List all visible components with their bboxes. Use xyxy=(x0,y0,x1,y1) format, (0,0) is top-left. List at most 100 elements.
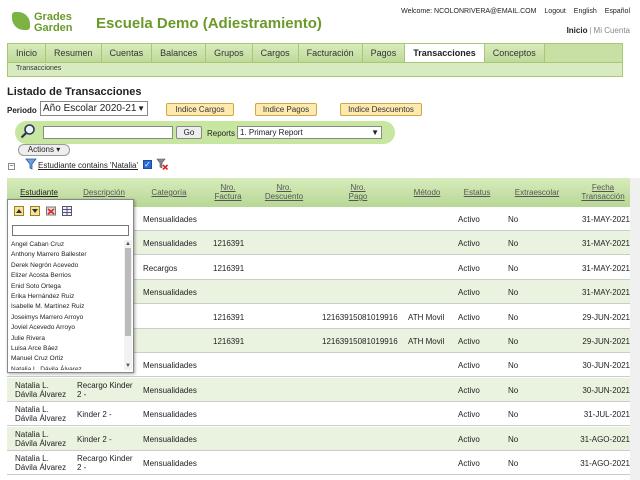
estudiante-list: Angel Caban Cruz Anthony Marrero Balleste… xyxy=(10,240,123,370)
logout-link[interactable]: Logout xyxy=(544,8,565,15)
cell-estatus: Activo xyxy=(458,434,480,444)
list-item[interactable]: Luisa Arce Báez xyxy=(10,344,123,354)
sort-ascending-icon[interactable] xyxy=(14,206,24,216)
scroll-thumb[interactable] xyxy=(125,248,131,336)
cell-extra: No xyxy=(508,312,519,322)
list-item[interactable]: Natalia L. Dávila Álvarez xyxy=(10,365,123,370)
remove-column-icon[interactable] xyxy=(46,206,56,216)
cell-fecha: 31-MAY-2021 xyxy=(581,263,630,273)
remove-filter-icon[interactable] xyxy=(156,158,168,170)
actions-label: Actions xyxy=(27,145,54,154)
periodo-value: Año Escolar 2020-21 xyxy=(43,103,137,114)
cell-fecha: 30-JUN-2021 xyxy=(582,361,630,371)
periodo-select[interactable]: Año Escolar 2020-21 ▼ xyxy=(40,101,148,116)
cell-estatus: Activo xyxy=(458,239,480,249)
cell-fecha: 31-AGO-2021 xyxy=(580,459,630,468)
cell-categoria: Mensualidades xyxy=(143,410,197,420)
tab-inicio[interactable]: Inicio xyxy=(8,44,47,62)
tab-cargos[interactable]: Cargos xyxy=(252,44,299,62)
main-nav: Inicio Resumen Cuentas Balances Grupos C… xyxy=(7,43,623,63)
page-scrollbar[interactable] xyxy=(630,178,640,480)
reports-select[interactable]: 1. Primary Report ▼ xyxy=(237,126,382,139)
list-item[interactable]: Erika Hernández Ruiz xyxy=(10,292,123,302)
indice-cargos-button[interactable]: Indice Cargos xyxy=(166,103,234,116)
col-nro-factura[interactable]: Nro. Factura xyxy=(207,183,249,201)
actions-button[interactable]: Actions ▾ xyxy=(18,144,70,156)
tab-cuentas[interactable]: Cuentas xyxy=(101,44,153,62)
list-item[interactable]: Angel Caban Cruz xyxy=(10,240,123,250)
tab-pagos[interactable]: Pagos xyxy=(362,44,406,62)
inicio-link[interactable]: Inicio xyxy=(567,26,588,35)
col-extraescolar[interactable]: Extraescolar xyxy=(509,188,565,197)
indice-descuentos-button[interactable]: Indice Descuentos xyxy=(340,103,422,116)
filter-text[interactable]: Estudiante contains 'Natalia' xyxy=(38,161,138,170)
english-link[interactable]: English xyxy=(574,8,597,15)
cell-extra: No xyxy=(508,288,519,298)
cell-factura: 1216391 xyxy=(213,263,245,273)
col-nro-pago[interactable]: Nro. Pago xyxy=(340,183,376,201)
cell-factura: 1216391 xyxy=(213,239,245,249)
table-row[interactable]: Natalia L. Dávila Álvarez Kinder 2 - Mensu… xyxy=(7,402,630,427)
cell-descripcion: Kinder 2 - xyxy=(77,434,112,444)
subnav-transacciones[interactable]: Transacciones xyxy=(16,65,61,72)
search-icon[interactable] xyxy=(20,123,36,139)
list-item[interactable]: Elizer Acosta Berrios xyxy=(10,271,123,281)
col-fecha-transaccion[interactable]: Fecha Transacción xyxy=(577,183,629,201)
list-item[interactable]: Joviel Acevedo Arroyo xyxy=(10,323,123,333)
filter-enable-checkbox[interactable]: ✓ xyxy=(143,160,152,169)
filter-icon xyxy=(25,158,37,170)
cell-extra: No xyxy=(508,337,519,346)
list-item[interactable]: Julie Rivera xyxy=(10,334,123,344)
dropdown-search-input[interactable] xyxy=(12,225,129,236)
list-item[interactable]: Manuel Cruz Ortiz xyxy=(10,354,123,364)
cell-categoria: Mensualidades xyxy=(143,215,197,224)
list-item[interactable]: Enid Soto Ortega xyxy=(10,282,123,292)
mi-cuenta-link[interactable]: Mi Cuenta xyxy=(594,26,630,35)
grid-columns-icon[interactable] xyxy=(62,206,72,216)
cell-pago: 12163915081019916 xyxy=(322,337,398,346)
cell-fecha: 31-MAY-2021 xyxy=(581,215,630,224)
list-item[interactable]: Joseimys Marrero Arroyo xyxy=(10,313,123,323)
indice-pagos-button[interactable]: Indice Pagos xyxy=(255,103,317,116)
tab-grupos[interactable]: Grupos xyxy=(206,44,253,62)
col-descripcion[interactable]: Descripción xyxy=(75,188,133,197)
cell-extra: No xyxy=(508,385,519,395)
list-item[interactable]: Derek Negrón Acevedo xyxy=(10,261,123,271)
sort-descending-icon[interactable] xyxy=(30,206,40,216)
tab-resumen[interactable]: Resumen xyxy=(46,44,102,62)
page-title: Listado de Transacciones xyxy=(7,86,142,98)
espanol-link[interactable]: Español xyxy=(605,8,630,15)
col-nro-descuento[interactable]: Nro. Descuento xyxy=(262,183,306,201)
tab-facturacion[interactable]: Facturación xyxy=(298,44,363,62)
col-estudiante[interactable]: Estudiante xyxy=(13,188,65,197)
cell-fecha: 31-AGO-2021 xyxy=(580,434,630,444)
cell-metodo: ATH Movil xyxy=(408,312,445,322)
tab-transacciones[interactable]: Transacciones xyxy=(405,44,485,62)
col-estatus[interactable]: Estatus xyxy=(457,188,497,197)
cell-extra: No xyxy=(508,410,519,420)
scroll-up-icon[interactable]: ▲ xyxy=(124,240,132,248)
cell-estudiante: Natalia L. Dávila Álvarez xyxy=(15,405,67,424)
dropdown-scrollbar[interactable]: ▲ ▼ xyxy=(124,240,132,370)
scroll-down-icon[interactable]: ▼ xyxy=(124,362,132,370)
welcome-text: Welcome: NCOLONRIVERA@EMAIL.COM xyxy=(401,8,537,15)
col-categoria[interactable]: Categoría xyxy=(143,188,195,197)
list-item[interactable]: Anthony Marrero Ballester xyxy=(10,250,123,260)
tab-conceptos[interactable]: Conceptos xyxy=(484,44,545,62)
go-button[interactable]: Go xyxy=(176,126,202,139)
table-row[interactable]: Natalia L. Dávila Álvarez Recargo Kinder … xyxy=(7,451,630,475)
table-row[interactable]: Natalia L. Dávila Álvarez Recargo Kinder … xyxy=(7,377,630,402)
cell-categoria: Mensualidades xyxy=(143,288,197,298)
cell-estatus: Activo xyxy=(458,263,480,273)
logo-line2: Garden xyxy=(34,22,73,34)
cell-extra: No xyxy=(508,239,519,249)
table-row[interactable]: Natalia L. Dávila Álvarez Kinder 2 - Mensu… xyxy=(7,426,630,451)
collapse-toggle[interactable]: − xyxy=(8,163,15,170)
search-input[interactable] xyxy=(43,126,173,139)
dropdown-toolbar xyxy=(14,206,72,216)
col-metodo[interactable]: Método xyxy=(405,188,449,197)
tab-balances[interactable]: Balances xyxy=(152,44,207,62)
cell-pago: 12163915081019916 xyxy=(322,312,398,322)
sub-nav: Transacciones xyxy=(7,63,623,77)
list-item[interactable]: Isabelle M. Martínez Ruiz xyxy=(10,302,123,312)
